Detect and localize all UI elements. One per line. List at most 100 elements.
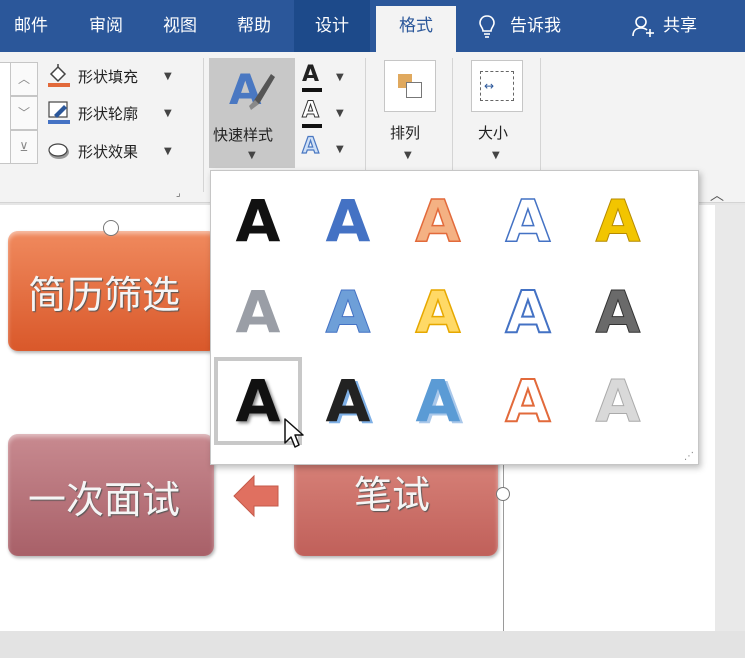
share-label: 共享 [663,16,697,36]
wordart-style-7[interactable]: A [304,268,392,356]
status-bar [0,631,745,658]
wordart-style-13[interactable]: A [394,357,482,445]
style-sample: A [325,367,371,435]
chevron-down-icon: ▼ [336,108,344,119]
wordart-style-2[interactable]: A [304,177,392,265]
group-separator [203,58,204,192]
wordart-style-14[interactable]: A [484,357,572,445]
tab-help[interactable]: 帮助 [224,0,284,52]
size-label: 大小 [478,124,509,142]
shape-effects-label: 形状效果 [78,143,139,161]
arrange-label: 排列 [390,124,421,142]
svg-text:A: A [229,65,262,114]
style-sample: A [235,187,281,255]
shape-effects-button[interactable]: 形状效果 ▼ [46,137,176,165]
tell-me-label: 告诉我 [510,16,561,36]
text-outline-color-bar [302,124,322,128]
collapse-ribbon-icon[interactable]: ︿ [710,185,724,205]
chevron-down-icon: ▼ [336,72,344,83]
wordart-style-1[interactable]: A [214,177,302,265]
size-icon: ↔ [471,60,523,112]
mouse-pointer-icon [284,418,304,448]
tell-me-button[interactable]: 告诉我 [470,0,590,52]
wordart-style-4[interactable]: A [484,177,572,265]
style-sample: A [235,367,281,435]
shape-outline-label: 形状轮廓 [78,105,139,123]
arrange-icon [384,60,436,112]
style-sample: A [595,367,641,436]
wordart-style-5[interactable]: A [574,177,662,265]
box-text: 一次面试 [28,478,181,522]
wordart-style-8[interactable]: A [394,268,482,356]
group-separator [452,58,453,170]
shape-fill-button[interactable]: 形状填充 ▼ [46,62,176,90]
size-button[interactable]: ↔ 大小 ▼ [460,58,534,168]
quick-styles-gallery: A A A A A A A A A A A A A A A ⋰ [210,170,699,465]
wordart-style-12[interactable]: A [304,357,392,445]
box-text: 笔试 [354,473,431,517]
quick-styles-icon: A [229,65,275,114]
chevron-down-icon: ▼ [164,71,172,82]
box-text: 简历筛选 [28,273,181,317]
style-sample: A [595,278,641,347]
chevron-down-icon: ▼ [492,150,500,161]
gallery-expand-button[interactable]: ⊻ [10,130,38,164]
wordart-style-3[interactable]: A [394,177,482,265]
wordart-style-10[interactable]: A [574,268,662,356]
process-box-first-interview[interactable]: 一次面试 [8,434,214,556]
shape-effects-icon [48,143,69,159]
text-outline-button[interactable]: A ▼ [300,98,350,128]
shape-outline-button[interactable]: 形状轮廓 ▼ [46,99,176,127]
process-box-resume-screening[interactable]: 简历筛选 [8,220,218,351]
quick-styles-button[interactable]: A 快速样式 ▼ [209,58,295,168]
wordart-style-15[interactable]: A [574,357,662,445]
chevron-down-icon: ▼ [164,146,172,157]
style-sample: A [505,186,551,256]
style-sample: A [415,186,461,256]
group-separator [540,58,541,170]
pencil-outline-icon [48,101,70,124]
text-fill-icon: A [302,62,320,87]
style-sample: A [235,278,281,346]
group-separator [365,58,366,170]
dialog-launcher-icon[interactable]: ⌟ [176,188,181,199]
tab-review[interactable]: 审阅 [76,0,136,52]
wordart-style-6[interactable]: A [214,268,302,356]
chevron-down-icon: ▼ [164,108,172,119]
resize-grip-icon[interactable]: ⋰ [684,451,694,462]
style-sample: A [325,187,371,255]
chevron-down-icon: ▼ [248,150,256,161]
arrow-left-shape[interactable] [232,474,282,518]
text-effects-button[interactable]: A ▼ [300,133,350,164]
lightbulb-icon [479,15,495,38]
resize-handle[interactable] [496,487,510,501]
gallery-scroll-down-button[interactable]: ﹀ [10,96,38,130]
ribbon-tab-bar: 邮件 审阅 视图 帮助 设计 格式 告诉我 共享 [0,0,745,52]
rotation-handle[interactable] [103,220,119,236]
text-fill-color-bar [302,88,322,92]
style-sample: A [415,367,461,435]
text-effects-icon: A [301,133,320,159]
quick-styles-label: 快速样式 [213,126,274,144]
person-add-icon [632,16,654,37]
chevron-down-icon: ▼ [404,150,412,161]
share-button[interactable]: 共享 [625,0,735,52]
style-sample: A [415,277,461,347]
vertical-scrollbar[interactable] [715,205,745,631]
wordart-style-9[interactable]: A [484,268,572,356]
paint-bucket-icon [48,64,70,87]
tab-view[interactable]: 视图 [150,0,210,52]
text-outline-icon: A [301,98,320,124]
gallery-scroll-up-button[interactable]: ︿ [10,62,38,96]
chevron-down-icon: ▼ [336,144,344,155]
tab-design[interactable]: 设计 [294,0,370,52]
tab-mailings[interactable]: 邮件 [0,0,62,52]
style-sample: A [595,187,641,256]
style-sample: A [505,277,552,347]
style-sample: A [505,366,552,436]
text-fill-button[interactable]: A ▼ [300,62,350,92]
tab-format[interactable]: 格式 [376,6,456,52]
style-sample: A [325,278,371,347]
arrange-button[interactable]: 排列 ▼ [372,58,446,168]
shape-fill-label: 形状填充 [78,68,139,86]
